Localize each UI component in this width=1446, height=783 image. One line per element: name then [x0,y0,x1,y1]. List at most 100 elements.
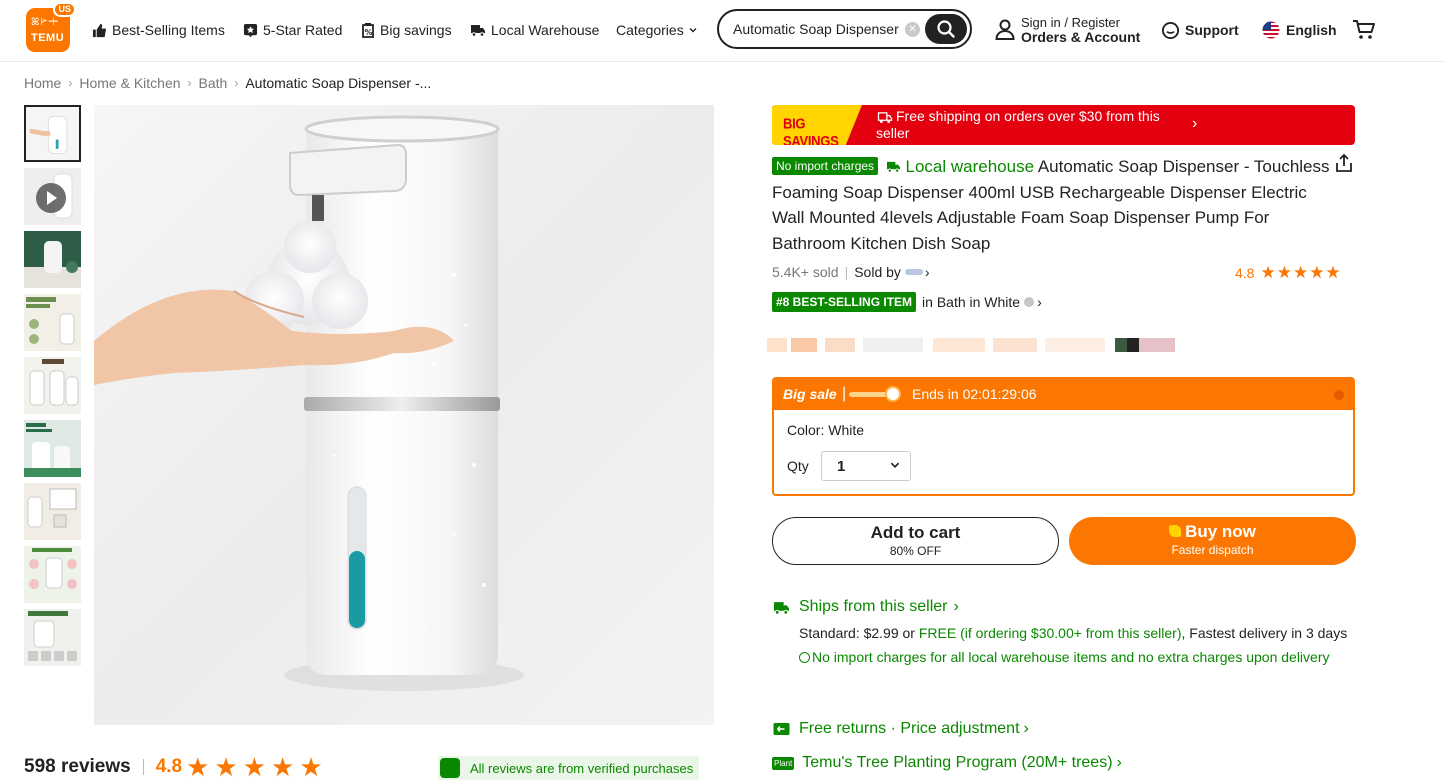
us-flag-icon [1262,21,1280,39]
nav-big-savings[interactable]: % Big savings [361,19,452,41]
thumbnail-6[interactable] [24,420,81,477]
buy-now-sub: Faster dispatch [1171,543,1254,557]
tree-planting-label: Temu's Tree Planting Program (20M+ trees… [802,754,1113,771]
sold-by-label: Sold by [854,264,901,280]
add-to-cart-button[interactable]: Add to cart 80% OFF [772,517,1059,565]
product-rating[interactable]: 4.8 ★★★★★ [1235,263,1342,283]
chevron-right-icon: › [187,76,192,90]
chevron-right-icon: › [1192,115,1198,132]
breadcrumb-home[interactable]: Home [24,75,61,91]
nav-label: Categories [616,22,684,38]
chevron-right-icon: › [234,76,239,90]
nav-categories[interactable]: Categories [616,19,698,41]
chevron-right-icon: › [1023,720,1029,737]
svg-text:%: % [365,28,373,37]
tag-icon [1169,525,1182,537]
chevron-right-icon: › [953,598,959,615]
best-selling-badge: #8 BEST-SELLING ITEM [772,292,917,312]
support-chat-icon [1161,21,1180,39]
chevron-right-icon: › [1116,754,1122,771]
nav-label: Local Warehouse [491,22,600,38]
plant-badge: Plant [772,756,795,770]
free-shipping-banner[interactable]: BIG SAVINGS Free shipping on orders over… [772,105,1355,145]
chevron-down-icon [890,462,900,468]
logo-wordmark: TEMU [31,32,65,44]
chevron-right-icon: › [924,264,930,280]
add-to-cart-sub: 80% OFF [889,544,942,558]
best-selling-context: in Bath in White [922,294,1021,310]
rating-value: 4.8 [1235,265,1255,281]
thumbnail-1[interactable] [24,105,81,162]
import-note: No import charges for all local warehous… [799,648,1352,666]
nav-five-star[interactable]: 5-Star Rated [243,19,342,41]
free-returns-link[interactable]: Free returns · Price adjustment › [772,720,1029,738]
banner-text: Free shipping on orders over $30 from th… [876,108,1160,141]
breadcrumb-home-kitchen[interactable]: Home & Kitchen [79,75,180,91]
cart-icon[interactable] [1352,19,1376,41]
logo-glyphs: ꕤꔶꗻ [31,17,60,28]
thumbs-up-icon [92,23,107,37]
qty-label: Qty [787,458,809,474]
seller-logo-icon[interactable] [904,269,923,275]
review-stars: ★★★★★ [186,752,328,782]
free-returns-label: Free returns · Price adjustment [799,720,1020,737]
standard-shipping: Standard: $2.99 or FREE (if ordering $30… [799,625,1348,641]
best-selling-row[interactable]: #8 BEST-SELLING ITEM in Bath in White › [772,292,1042,312]
rating-stars: ★★★★★ [1260,263,1342,282]
thumbnail-video[interactable] [24,168,81,225]
divider: | [842,385,847,402]
decor-dot [1334,390,1344,400]
info-icon [1024,297,1035,307]
thumbnail-5[interactable] [24,357,81,414]
language-label: English [1286,22,1337,38]
sales-meta: 5.4K+ sold | Sold by › [772,264,930,280]
ships-from-link[interactable]: Ships from this seller › [772,598,1352,616]
thumbnail-7[interactable] [24,483,81,540]
thumbnail-4[interactable] [24,294,81,351]
countdown-timer: Ends in 02:01:29:06 [912,386,1037,402]
ships-from-label: Ships from this seller [799,598,948,615]
main-product-image[interactable] [94,105,714,725]
percent-tag-icon: % [362,23,374,38]
sign-in-label: Sign in / Register [1021,15,1120,30]
search-input[interactable]: Automatic Soap Dispenser [733,21,899,37]
buy-now-label: Buy now [1069,517,1356,541]
nav-local-warehouse[interactable]: Local Warehouse [470,19,599,41]
language-selector[interactable]: English [1262,19,1337,41]
support-link[interactable]: Support [1161,19,1239,41]
thumbnail-8[interactable] [24,546,81,603]
no-import-badge: No import charges [772,157,879,175]
nav-best-selling[interactable]: Best-Selling Items [92,19,225,41]
temu-logo[interactable]: US ꕤꔶꗻ TEMU [26,2,76,52]
chevron-down-icon [689,28,697,33]
region-badge: US [53,2,76,17]
reviews-summary: 598 reviews 4.8 ★★★★★ [24,752,328,782]
search-box[interactable]: Automatic Soap Dispenser ✕ [717,9,972,49]
shipping-info: Ships from this seller › Standard: $2.99… [772,598,1352,666]
divider [142,759,144,775]
big-sale-panel: Big sale | Ends in 02:01:29:06 Color: Wh… [772,377,1355,496]
buy-now-button[interactable]: Buy now Faster dispatch [1069,517,1356,565]
local-warehouse-label[interactable]: Local warehouse [906,157,1035,176]
clear-search-icon[interactable]: ✕ [905,22,920,37]
chevron-right-icon: › [1037,294,1042,310]
share-icon[interactable] [1333,152,1355,174]
nav-label: 5-Star Rated [263,22,343,38]
thumbnail-3[interactable] [24,231,81,288]
tree-planting-link[interactable]: Plant Temu's Tree Planting Program (20M+… [772,754,1122,772]
nav-label: Best-Selling Items [112,22,225,38]
thumbnail-9[interactable] [24,609,81,666]
chevron-right-icon: › [68,76,73,90]
big-savings-tag: BIG SAVINGS [772,105,862,145]
top-header: US ꕤꔶꗻ TEMU Best-Selling Items 5-Star Ra… [0,0,1446,62]
truck-icon [471,25,485,37]
big-sale-bar: Big sale | Ends in 02:01:29:06 [774,379,1353,410]
blurred-price-row [767,328,1175,360]
quantity-value: 1 [837,458,846,475]
support-label: Support [1185,22,1239,38]
star-badge-icon [243,23,258,37]
quantity-select[interactable]: 1 [821,451,911,481]
breadcrumb-bath[interactable]: Bath [199,75,228,91]
search-button[interactable] [925,14,967,44]
breadcrumb-current: Automatic Soap Dispenser -... [245,75,432,91]
